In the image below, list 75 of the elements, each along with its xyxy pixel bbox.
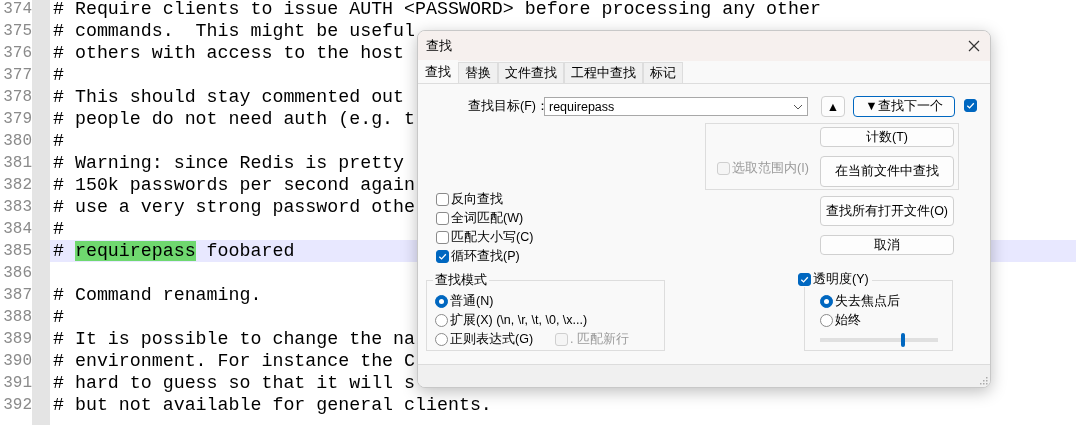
- dialog-title: 查找: [426, 37, 452, 55]
- find-label: 查找目标(F)：: [468, 98, 542, 115]
- radio-button[interactable]: [820, 294, 833, 308]
- resize-grip-icon[interactable]: [978, 375, 988, 385]
- code-line: # Warning: since Redis is pretty: [52, 152, 405, 174]
- radio-button[interactable]: [820, 313, 833, 327]
- line-number: 376: [2, 43, 32, 64]
- chevron-down-icon[interactable]: [793, 103, 803, 110]
- line-number: 379: [2, 109, 32, 130]
- transparency-checkbox[interactable]: 透明度(Y): [798, 271, 872, 287]
- line-number: 389: [2, 329, 32, 350]
- radio-button[interactable]: [435, 332, 448, 346]
- group-title: 查找模式: [433, 272, 489, 289]
- find-in-current-file-button[interactable]: 在当前文件中查找: [820, 156, 954, 187]
- code-line: # others with access to the host: [52, 42, 405, 64]
- checkbox[interactable]: [436, 193, 449, 206]
- radio-button[interactable]: [435, 313, 448, 327]
- checkbox[interactable]: [798, 272, 811, 286]
- transparency-radio[interactable]: 失去焦点后: [820, 293, 952, 309]
- slider-thumb[interactable]: [900, 333, 905, 347]
- code-line: #: [52, 306, 64, 328]
- line-number: 382: [2, 175, 32, 196]
- line-number: 383: [2, 197, 32, 218]
- mode-radio[interactable]: 普通(N): [435, 293, 664, 309]
- find-next-button[interactable]: ▼查找下一个: [853, 96, 955, 117]
- code-line: # commands. This might be useful: [52, 20, 416, 42]
- code-line: # This should stay commented out: [52, 86, 405, 108]
- tab[interactable]: 标记: [643, 62, 683, 83]
- count-button[interactable]: 计数(T): [820, 127, 954, 147]
- code-line: #: [52, 64, 64, 86]
- line-number: 387: [2, 285, 32, 306]
- transparency-radio[interactable]: 始终: [820, 312, 952, 328]
- code-line: #: [52, 218, 64, 240]
- tab[interactable]: 工程中查找: [564, 62, 643, 83]
- code-line: # Command renaming.: [52, 284, 262, 306]
- code-line: # but not available for general clients.: [52, 394, 492, 416]
- code-line: # environment. For instance the C: [52, 350, 416, 372]
- close-icon[interactable]: [968, 40, 980, 52]
- code-line: # 150k passwords per second again: [52, 174, 416, 196]
- line-number: 375: [2, 21, 32, 42]
- option-checkbox[interactable]: 循环查找(P): [436, 249, 820, 264]
- cancel-button[interactable]: 取消: [820, 235, 954, 255]
- tab[interactable]: 文件查找: [498, 62, 564, 83]
- find-previous-button[interactable]: ▲: [821, 96, 845, 117]
- line-number: 377: [2, 65, 32, 86]
- line-number: 391: [2, 373, 32, 394]
- code-line: #: [52, 130, 64, 152]
- option-checkbox[interactable]: 全词匹配(W): [436, 211, 820, 226]
- line-number: 378: [2, 87, 32, 108]
- line-number: 381: [2, 153, 32, 174]
- line-number: 384: [2, 219, 32, 240]
- find-all-open-files-button[interactable]: 查找所有打开文件(O): [820, 196, 954, 226]
- checkbox[interactable]: [436, 212, 449, 225]
- line-number: 374: [2, 0, 32, 20]
- tab[interactable]: 替换: [458, 62, 498, 83]
- mode-radio[interactable]: 正则表达式(G): [435, 331, 555, 347]
- code-line: # people do not need auth (e.g. t: [52, 108, 416, 130]
- code-line: # use a very strong password othe: [52, 196, 416, 218]
- checkbox[interactable]: [436, 231, 449, 244]
- code-line: # It is possible to change the na: [52, 328, 416, 350]
- line-number: 390: [2, 351, 32, 372]
- line-number: 380: [2, 131, 32, 152]
- mode-radio[interactable]: 扩展(X) (\n, \r, \t, \0, \x...): [435, 312, 664, 328]
- line-number: 388: [2, 307, 32, 328]
- checkbox[interactable]: [436, 250, 449, 263]
- checkbox[interactable]: [964, 99, 977, 112]
- line-number: 386: [2, 263, 32, 284]
- line-number: 392: [2, 395, 32, 416]
- option-checkbox[interactable]: 反向查找: [436, 192, 820, 207]
- code-line: # hard to guess so that it will s: [52, 372, 416, 394]
- code-line: # Require clients to issue AUTH <PASSWORD> before processing any other: [52, 0, 821, 20]
- tab[interactable]: 查找: [418, 60, 458, 83]
- radio-button[interactable]: [435, 294, 448, 308]
- find-combo-box[interactable]: requirepass: [544, 97, 808, 116]
- line-number: 385: [2, 241, 32, 262]
